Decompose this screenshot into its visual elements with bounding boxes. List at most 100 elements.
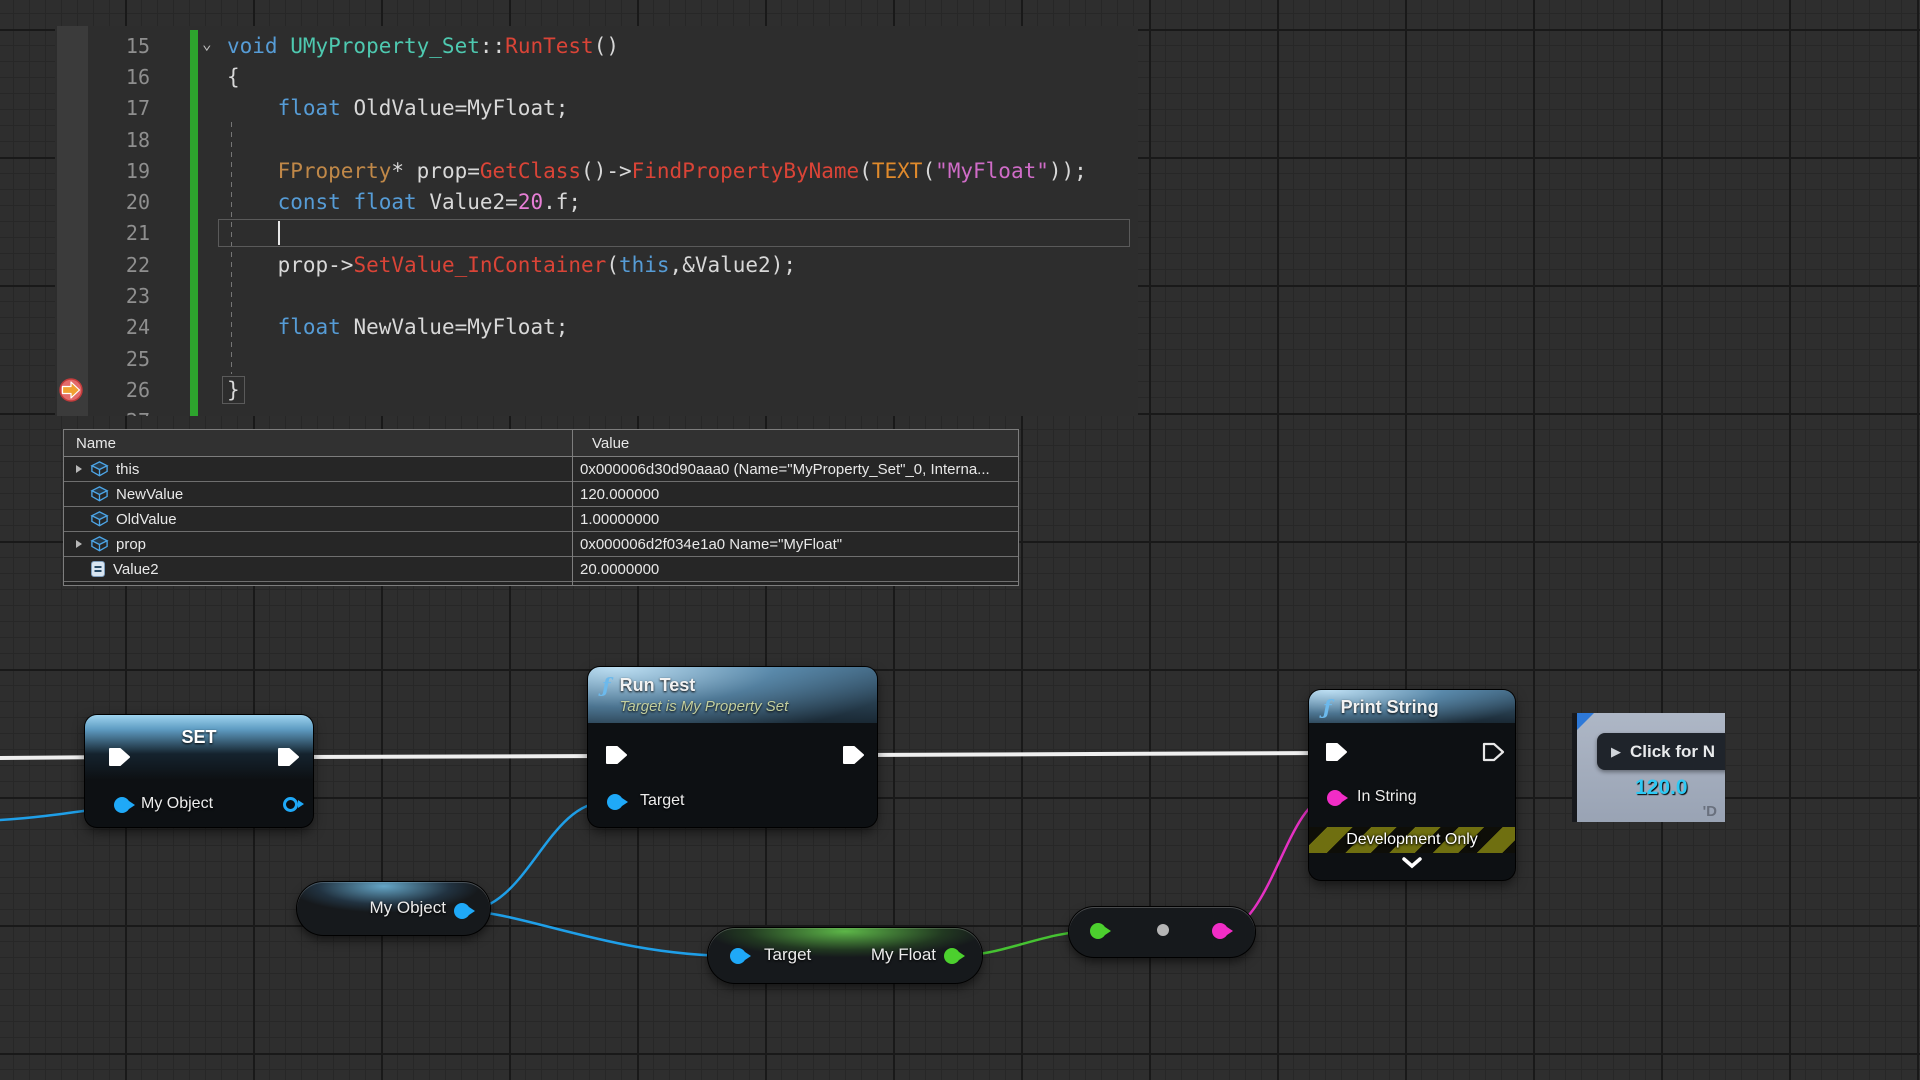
code-line[interactable]: 26}: [55, 374, 1138, 405]
line-number: 16: [88, 65, 150, 89]
line-number: 18: [88, 128, 150, 152]
exec-in-pin[interactable]: [602, 742, 628, 768]
watch-panel[interactable]: Name Value this0x000006d30d90aaa0 (Name=…: [63, 429, 1019, 586]
node-header: ƒ Print String: [1309, 690, 1515, 723]
code-editor[interactable]: 15⌄void UMyProperty_Set::RunTest()16 {17 …: [55, 26, 1138, 416]
target-input-pin[interactable]: [607, 794, 623, 810]
watch-row[interactable]: Value220.0000000: [64, 557, 1018, 582]
click-for-more-button[interactable]: ▶ Click for N: [1597, 733, 1725, 770]
float-input-pin[interactable]: [1090, 923, 1106, 939]
code-text: FProperty* prop=GetClass()->FindProperty…: [227, 155, 1087, 186]
code-text: {: [227, 61, 240, 92]
node-title: Print String: [1341, 696, 1439, 718]
code-line[interactable]: 23: [55, 280, 1138, 311]
variable-name: NewValue: [116, 486, 183, 503]
breakpoint-gutter-cell[interactable]: [55, 249, 88, 280]
watch-rows[interactable]: this0x000006d30d90aaa0 (Name="MyProperty…: [64, 457, 1018, 582]
breakpoint-gutter-cell[interactable]: [55, 30, 88, 61]
breakpoint-gutter-cell[interactable]: [55, 218, 88, 249]
breakpoint-gutter-cell[interactable]: [55, 93, 88, 124]
expand-arrow-icon[interactable]: [76, 540, 82, 548]
variable-label: My Object: [369, 898, 446, 918]
code-text: const float Value2=20.f;: [227, 186, 581, 217]
breakpoint-gutter-cell[interactable]: [55, 343, 88, 374]
code-line[interactable]: 20 const float Value2=20.f;: [55, 186, 1138, 217]
code-line[interactable]: 25: [55, 343, 1138, 374]
breakpoint-gutter-cell[interactable]: [55, 124, 88, 155]
node-float-to-string-convert[interactable]: [1069, 907, 1255, 957]
breakpoint-gutter-cell[interactable]: [55, 61, 88, 92]
watch-row[interactable]: this0x000006d30d90aaa0 (Name="MyProperty…: [64, 457, 1018, 482]
breakpoint-gutter-cell[interactable]: [55, 312, 88, 343]
variable-name: this: [116, 461, 139, 478]
equals-icon: [90, 560, 106, 578]
code-line[interactable]: 18: [55, 124, 1138, 155]
code-text: prop->SetValue_InContainer(this,&Value2)…: [227, 249, 796, 280]
function-icon: ƒ: [602, 674, 611, 696]
node-my-object-get[interactable]: My Object: [297, 882, 490, 935]
float-output-pin[interactable]: [944, 948, 960, 964]
exec-out-pin-unconnected[interactable]: [1479, 739, 1505, 765]
exec-out-pin[interactable]: [274, 744, 300, 770]
pin-label: Target: [764, 945, 811, 965]
breakpoint-gutter-cell[interactable]: [55, 186, 88, 217]
current-statement-arrow-icon[interactable]: [58, 377, 84, 403]
node-run-test[interactable]: ƒ Run Test Target is My Property Set Tar…: [588, 667, 877, 827]
variable-name: Value2: [113, 561, 159, 578]
line-number: 27: [88, 409, 150, 416]
string-output-pin[interactable]: [1212, 923, 1228, 939]
exec-wire[interactable]: [300, 756, 606, 757]
target-input-pin[interactable]: [730, 948, 746, 964]
exec-out-pin[interactable]: [839, 742, 865, 768]
column-divider[interactable]: [572, 430, 573, 585]
code-line[interactable]: 19 FProperty* prop=GetClass()->FindPrope…: [55, 155, 1138, 186]
breakpoint-gutter-cell[interactable]: [55, 406, 88, 416]
code-line[interactable]: 16 {: [55, 61, 1138, 92]
code-text: }: [227, 374, 240, 405]
breakpoint-gutter-cell[interactable]: [55, 155, 88, 186]
code-line[interactable]: 27: [55, 406, 1138, 416]
column-header-value[interactable]: Value: [584, 435, 1018, 452]
code-line[interactable]: 24 float NewValue=MyFloat;: [55, 312, 1138, 343]
pin-label: In String: [1357, 788, 1417, 806]
exec-wire[interactable]: [866, 753, 1326, 755]
object-output-pin[interactable]: [283, 797, 298, 812]
pin-label: Target: [640, 792, 684, 810]
code-text: [227, 218, 280, 249]
in-string-pin[interactable]: [1327, 790, 1343, 806]
blueprint-graph-canvas[interactable]: SET My Object ƒ Run Test Target is My Pr…: [0, 0, 1920, 1080]
object-wire[interactable]: [463, 911, 736, 956]
current-line-highlight: [218, 219, 1130, 247]
object-input-pin[interactable]: [114, 797, 130, 813]
expand-arrow-icon[interactable]: [76, 465, 82, 473]
code-line[interactable]: 22 prop->SetValue_InContainer(this,&Valu…: [55, 249, 1138, 280]
code-line[interactable]: 17 float OldValue=MyFloat;: [55, 93, 1138, 124]
line-number: 22: [88, 253, 150, 277]
object-output-pin[interactable]: [454, 903, 470, 919]
exec-in-pin[interactable]: [1322, 739, 1348, 765]
fold-chevron-icon[interactable]: ⌄: [202, 34, 212, 53]
node-subtitle: Target is My Property Set: [620, 698, 789, 715]
breakpoint-gutter-cell[interactable]: [55, 280, 88, 311]
code-text: float OldValue=MyFloat;: [227, 93, 568, 124]
watch-row[interactable]: NewValue 120.000000: [64, 482, 1018, 507]
exec-in-pin[interactable]: [105, 744, 131, 770]
pin-label: My Object: [141, 795, 213, 813]
column-header-name[interactable]: Name: [64, 435, 584, 452]
code-line[interactable]: 21: [55, 218, 1138, 249]
variable-name: OldValue: [116, 511, 177, 528]
watch-row[interactable]: prop0x000006d2f034e1a0 Name="MyFloat": [64, 532, 1018, 557]
text-cursor: [278, 221, 280, 245]
corner-triangle-icon: [1577, 713, 1594, 730]
debug-value-bubble[interactable]: ▶ Click for N 120.0 'D: [1572, 713, 1725, 822]
code-line[interactable]: 15⌄void UMyProperty_Set::RunTest(): [55, 30, 1138, 61]
variable-value: 120.000000: [572, 486, 1018, 503]
line-number: 24: [88, 315, 150, 339]
execution-arrow-gutter[interactable]: [55, 374, 88, 405]
chevron-down-icon[interactable]: [1401, 856, 1423, 874]
node-print-string[interactable]: ƒ Print String In String Development Onl…: [1309, 690, 1515, 880]
code-lines[interactable]: 15⌄void UMyProperty_Set::RunTest()16 {17 …: [55, 26, 1138, 416]
node-set-variable[interactable]: SET My Object: [85, 715, 313, 827]
watch-row[interactable]: OldValue1.00000000: [64, 507, 1018, 532]
node-my-float-get[interactable]: Target My Float: [708, 928, 982, 983]
